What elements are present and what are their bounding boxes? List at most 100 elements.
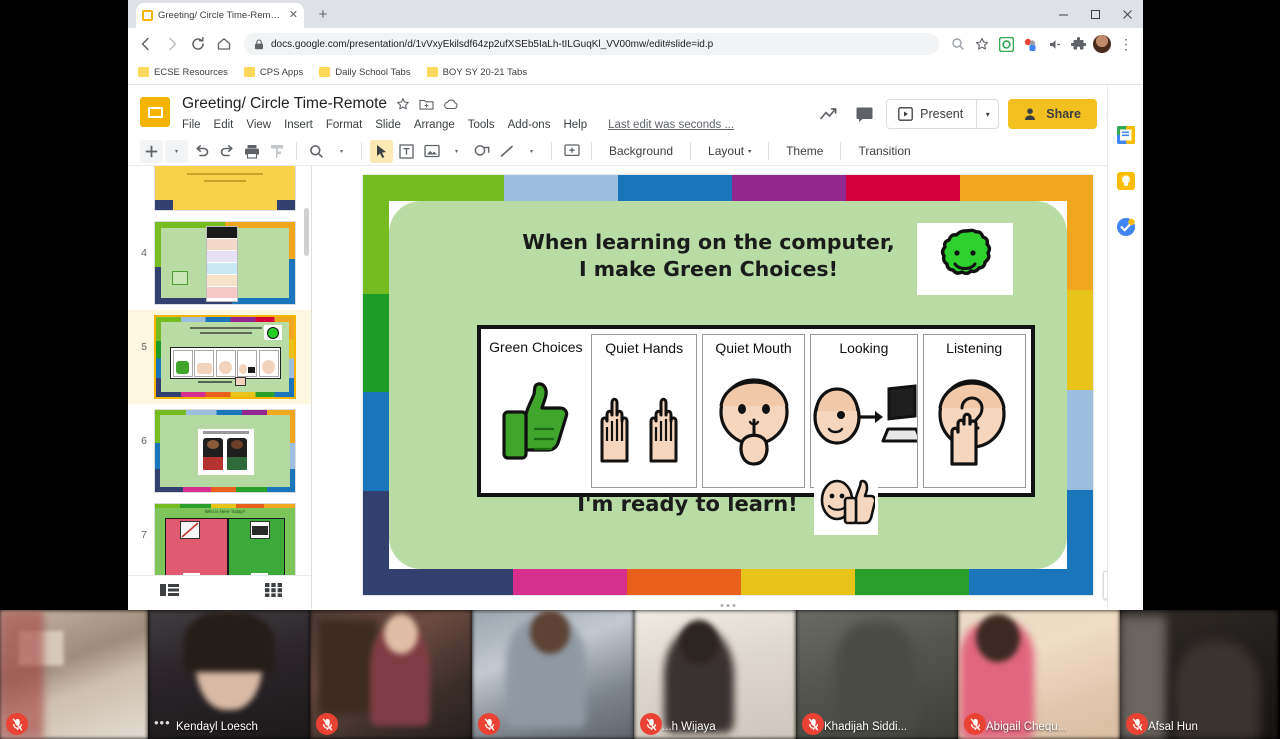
google-keep-icon[interactable]: [1116, 171, 1136, 191]
move-to-folder-icon[interactable]: [419, 97, 434, 111]
menu-insert[interactable]: Insert: [284, 119, 313, 131]
video-tile[interactable]: ...h Wijaya: [634, 610, 796, 739]
zoom-button[interactable]: [305, 140, 328, 163]
layout-button[interactable]: Layout ▾: [699, 140, 760, 163]
menu-help[interactable]: Help: [563, 119, 587, 131]
paint-format-button[interactable]: [265, 140, 288, 163]
thumbnail-item[interactable]: 3: [128, 166, 311, 216]
new-tab-button[interactable]: +: [314, 6, 332, 24]
thumbnail-item-selected[interactable]: 5: [128, 310, 311, 404]
menu-slide[interactable]: Slide: [375, 119, 401, 131]
video-tile[interactable]: ••• Kendayl Loesch: [148, 610, 310, 739]
page-title[interactable]: Greeting/ Circle Time-Remote: [182, 95, 387, 113]
google-calendar-icon[interactable]: [1116, 125, 1136, 145]
green-smiley-image[interactable]: [916, 223, 1013, 295]
close-icon[interactable]: [1111, 0, 1143, 28]
browser-tab[interactable]: Greeting/ Circle Time-Remote - ... ✕: [136, 3, 304, 28]
video-tile[interactable]: [310, 610, 472, 739]
slide-filmstrip[interactable]: 3: [128, 166, 312, 609]
last-edit-status[interactable]: Last edit was seconds ...: [608, 119, 734, 131]
image-caret-icon[interactable]: ▾: [445, 140, 468, 163]
bookmark-item[interactable]: CPS Apps: [243, 67, 303, 78]
browser-menu-icon[interactable]: ⋮: [1115, 33, 1137, 55]
google-tasks-icon[interactable]: [1116, 217, 1136, 237]
text-box-button[interactable]: [395, 140, 418, 163]
new-slide-button[interactable]: [140, 139, 163, 163]
table-cell-quiet-hands[interactable]: Quiet Hands: [591, 334, 698, 488]
reload-icon[interactable]: [186, 32, 210, 56]
minimize-icon[interactable]: [1047, 0, 1079, 28]
star-icon[interactable]: [971, 33, 993, 55]
theme-button[interactable]: Theme: [777, 140, 832, 163]
menu-file[interactable]: File: [182, 119, 201, 131]
volume-icon[interactable]: [1043, 33, 1065, 55]
thumbnail-preview[interactable]: [154, 221, 296, 305]
zoom-caret-icon[interactable]: ▾: [330, 140, 353, 163]
video-tile[interactable]: Khadijah Siddi...: [796, 610, 958, 739]
activity-chart-icon[interactable]: [816, 101, 842, 127]
bookmark-item[interactable]: ECSE Resources: [138, 67, 228, 78]
filmstrip-scrollbar[interactable]: [304, 208, 309, 256]
star-icon[interactable]: [396, 97, 410, 111]
slide-heading[interactable]: When learning on the computer, I make Gr…: [509, 229, 909, 283]
video-tile[interactable]: [0, 610, 148, 739]
slide-canvas[interactable]: When learning on the computer, I make Gr…: [362, 175, 1093, 607]
redo-button[interactable]: [215, 140, 238, 163]
transition-button[interactable]: Transition: [849, 140, 919, 163]
mic-muted-icon[interactable]: [6, 713, 28, 735]
table-cell-green-choices[interactable]: Green Choices: [486, 334, 587, 488]
bookmark-item[interactable]: BOY SY 20-21 Tabs: [426, 67, 527, 78]
shape-button[interactable]: [470, 140, 493, 163]
comment-icon[interactable]: [851, 101, 877, 127]
add-comment-button[interactable]: [560, 140, 583, 163]
menu-addons[interactable]: Add-ons: [508, 119, 551, 131]
insert-image-button[interactable]: [420, 140, 443, 163]
menu-view[interactable]: View: [246, 119, 271, 131]
present-button[interactable]: Present ▾: [886, 99, 1000, 129]
profile-avatar[interactable]: [1091, 33, 1113, 55]
undo-button[interactable]: [190, 140, 213, 163]
thumbnail-preview[interactable]: [154, 409, 296, 493]
grid-view-icon[interactable]: [265, 583, 282, 602]
share-label: Share: [1046, 107, 1081, 121]
back-icon[interactable]: [134, 32, 158, 56]
filmstrip-view-icon[interactable]: [160, 583, 179, 602]
video-tile[interactable]: Abigail Chequ...: [958, 610, 1120, 739]
colorzilla-icon[interactable]: [1019, 33, 1041, 55]
thumbnail-preview[interactable]: [154, 315, 296, 399]
thumbnail-item[interactable]: 4: [128, 216, 311, 310]
table-cell-listening[interactable]: Listening: [922, 334, 1026, 488]
green-choices-table[interactable]: Green Choices Quiet Hands Quiet Mouth Lo…: [476, 325, 1035, 497]
video-tile[interactable]: [472, 610, 634, 739]
mic-muted-icon[interactable]: [478, 713, 500, 735]
line-caret-icon[interactable]: ▾: [520, 140, 543, 163]
forward-icon[interactable]: [160, 32, 184, 56]
menu-edit[interactable]: Edit: [214, 119, 234, 131]
mic-muted-icon[interactable]: [316, 713, 338, 735]
select-tool-button[interactable]: [370, 139, 393, 163]
table-cell-looking[interactable]: Looking: [809, 334, 918, 488]
line-button[interactable]: [495, 140, 518, 163]
thumbnail-preview[interactable]: [154, 166, 296, 211]
maximize-icon[interactable]: [1079, 0, 1111, 28]
home-icon[interactable]: [212, 32, 236, 56]
slide-page-dots: [720, 604, 735, 607]
menu-tools[interactable]: Tools: [468, 119, 495, 131]
background-button[interactable]: Background: [600, 140, 682, 163]
ready-to-learn-block[interactable]: I'm ready to learn!: [389, 473, 1067, 535]
table-cell-quiet-mouth[interactable]: Quiet Mouth: [702, 334, 805, 488]
zoom-icon[interactable]: [947, 33, 969, 55]
tab-close-icon[interactable]: ✕: [289, 10, 298, 21]
menu-format[interactable]: Format: [326, 119, 362, 131]
print-button[interactable]: [240, 140, 263, 163]
thumbnail-item[interactable]: 6: [128, 404, 311, 498]
new-slide-caret-icon[interactable]: ▾: [165, 139, 188, 163]
bookmark-item[interactable]: Daily School Tabs: [319, 67, 411, 78]
present-dropdown-caret[interactable]: ▾: [976, 100, 998, 128]
address-bar[interactable]: docs.google.com/presentation/d/1vVxyEkil…: [244, 33, 939, 55]
menu-arrange[interactable]: Arrange: [414, 119, 455, 131]
grammarly-icon[interactable]: [995, 33, 1017, 55]
video-tile[interactable]: Afsal Hun: [1120, 610, 1278, 739]
share-button[interactable]: Share: [1008, 99, 1097, 129]
puzzle-extension-icon[interactable]: [1067, 33, 1089, 55]
